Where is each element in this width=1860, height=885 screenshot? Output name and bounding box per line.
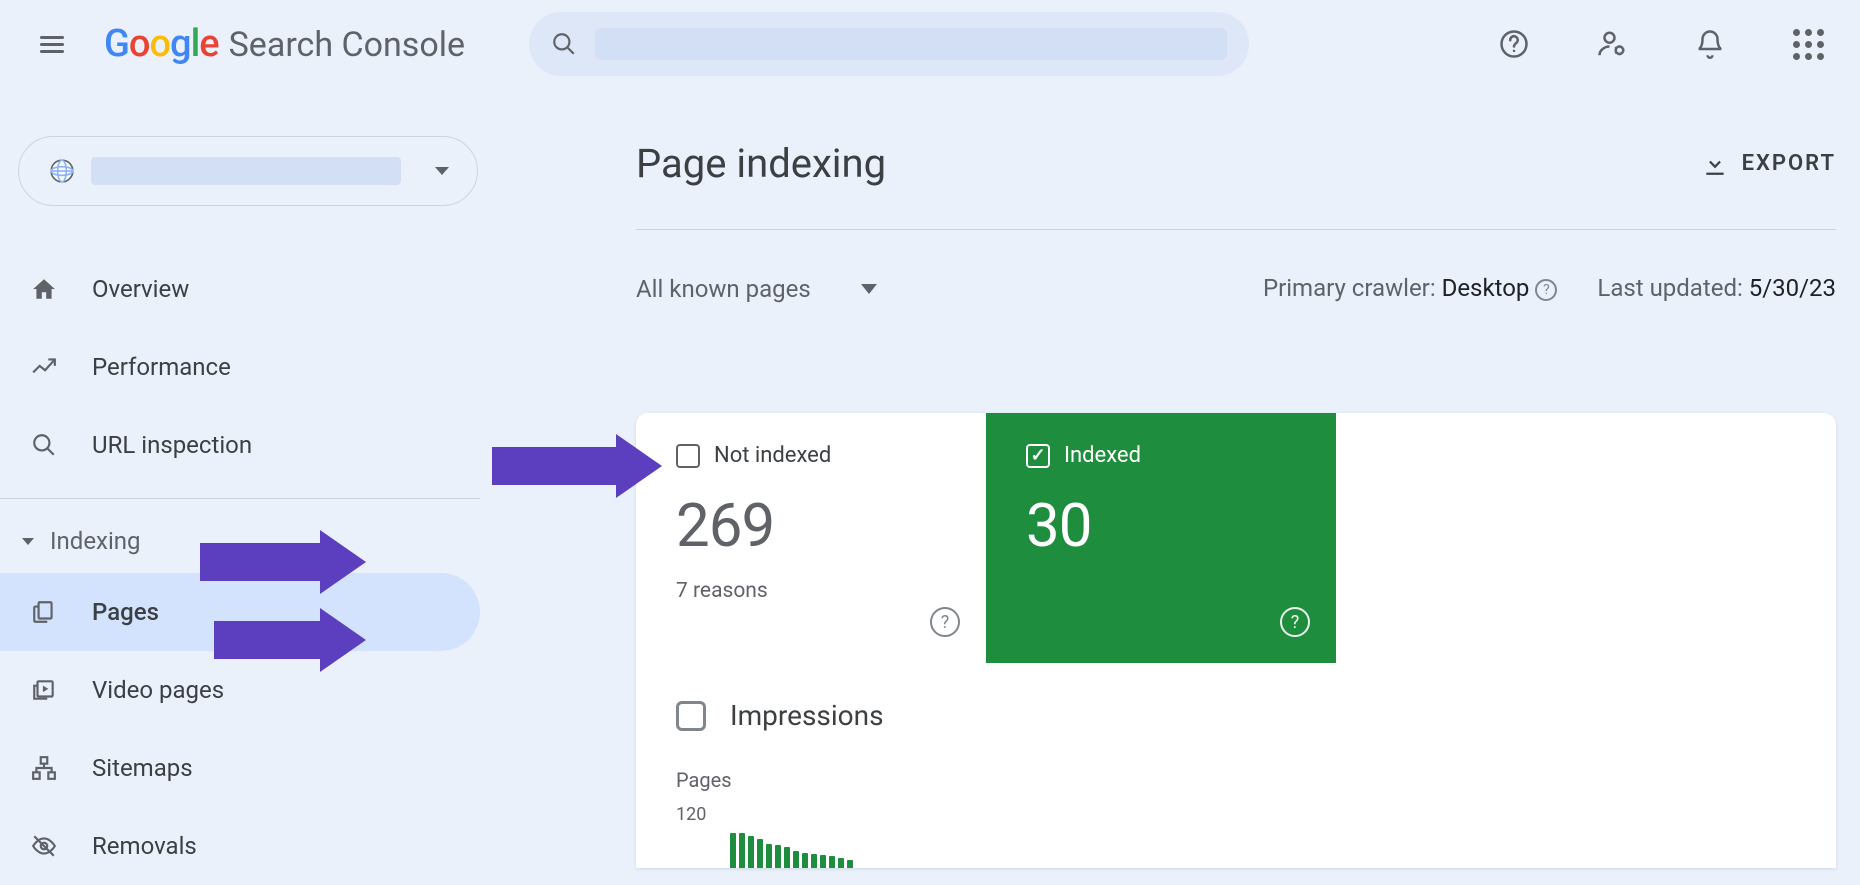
user-settings-button[interactable] (1588, 20, 1636, 68)
filter-row: All known pages Primary crawler: Desktop… (636, 274, 1836, 303)
sidebar-item-removals[interactable]: Removals (0, 807, 480, 885)
sidebar-item-label: Video pages (92, 676, 224, 704)
crawler-label: Primary crawler: (1263, 274, 1442, 302)
meta-info: Primary crawler: Desktop? Last updated: … (1263, 274, 1836, 303)
indexing-card: Not indexed 269 7 reasons ? Indexed 30 ?… (636, 413, 1836, 868)
last-updated: Last updated: 5/30/23 (1597, 274, 1836, 303)
download-icon (1702, 151, 1728, 177)
product-logo[interactable]: Google Search Console (104, 22, 465, 66)
checkbox-checked-icon[interactable] (1026, 444, 1050, 468)
sidebar-section-indexing[interactable]: Indexing (0, 509, 480, 573)
home-icon (30, 275, 58, 303)
page-title: Page indexing (636, 140, 886, 187)
sidebar-item-label: Removals (92, 832, 197, 860)
sidebar-item-label: Sitemaps (92, 754, 193, 782)
search-input-redacted[interactable] (595, 28, 1227, 60)
help-icon[interactable]: ? (1280, 607, 1310, 637)
help-button[interactable] (1490, 20, 1538, 68)
visibility-off-icon (30, 832, 58, 860)
tile-indexed[interactable]: Indexed 30 ? (986, 413, 1336, 663)
primary-crawler: Primary crawler: Desktop? (1263, 274, 1557, 303)
filter-label: All known pages (636, 275, 811, 303)
property-name-redacted (91, 157, 401, 185)
notifications-button[interactable] (1686, 20, 1734, 68)
bell-icon (1695, 29, 1725, 59)
not-indexed-reasons: 7 reasons (676, 579, 946, 603)
help-icon (1499, 29, 1529, 59)
sidebar-section-label: Indexing (50, 527, 141, 555)
impressions-label: Impressions (730, 699, 884, 732)
chevron-down-icon (435, 167, 449, 175)
crawler-value: Desktop (1442, 274, 1530, 302)
tile-label: Not indexed (714, 443, 831, 468)
help-icon[interactable]: ? (1535, 279, 1557, 301)
apps-grid-icon (1793, 29, 1824, 60)
property-selector[interactable] (18, 136, 478, 206)
video-pages-icon (30, 676, 58, 704)
sidebar-item-pages[interactable]: Pages (0, 573, 480, 651)
page-header: Page indexing EXPORT (636, 140, 1836, 230)
indexed-count: 30 (1026, 490, 1296, 561)
impressions-toggle[interactable]: Impressions (636, 663, 1836, 732)
sidebar-item-label: Performance (92, 353, 231, 381)
sidebar-item-overview[interactable]: Overview (0, 250, 480, 328)
top-icon-bar (1490, 20, 1832, 68)
sidebar-divider (0, 498, 480, 499)
tile-not-indexed[interactable]: Not indexed 269 7 reasons ? (636, 413, 986, 663)
product-name: Search Console (229, 25, 465, 65)
sidebar-item-url-inspection[interactable]: URL inspection (0, 406, 480, 484)
hamburger-icon (40, 32, 64, 56)
main-content: Page indexing EXPORT All known pages Pri… (636, 140, 1836, 868)
checkbox-unchecked-icon[interactable] (676, 444, 700, 468)
main-menu-button[interactable] (28, 20, 76, 68)
pages-icon (30, 598, 58, 626)
tile-label: Indexed (1064, 443, 1141, 468)
sitemap-icon (30, 754, 58, 782)
checkbox-unchecked-icon[interactable] (676, 701, 706, 731)
chevron-down-icon (22, 538, 34, 545)
sidebar-item-label: Pages (92, 598, 159, 626)
sidebar-item-video-pages[interactable]: Video pages (0, 651, 480, 729)
sidebar-item-sitemaps[interactable]: Sitemaps (0, 729, 480, 807)
help-icon[interactable]: ? (930, 607, 960, 637)
updated-value: 5/30/23 (1749, 274, 1836, 302)
sidebar: Overview Performance URL inspection Inde… (0, 250, 480, 885)
person-gear-icon (1597, 29, 1627, 59)
globe-icon (47, 156, 77, 186)
y-axis-tick: 120 (676, 798, 706, 868)
pages-chart: Pages 120 (636, 732, 1836, 868)
search-icon (30, 431, 58, 459)
sidebar-item-label: Overview (92, 275, 189, 303)
top-bar: Google Search Console (0, 0, 1860, 88)
search-icon (551, 31, 577, 57)
page-filter-dropdown[interactable]: All known pages (636, 275, 877, 303)
export-label: EXPORT (1742, 151, 1836, 176)
chart-bars (730, 798, 853, 868)
trend-icon (30, 353, 58, 381)
not-indexed-count: 269 (676, 490, 946, 561)
chart-title: Pages (676, 768, 1796, 792)
export-button[interactable]: EXPORT (1702, 151, 1836, 177)
status-tiles: Not indexed 269 7 reasons ? Indexed 30 ? (636, 413, 1836, 663)
sidebar-item-label: URL inspection (92, 431, 252, 459)
sidebar-item-performance[interactable]: Performance (0, 328, 480, 406)
google-wordmark: Google (104, 22, 219, 66)
google-apps-button[interactable] (1784, 20, 1832, 68)
chevron-down-icon (861, 284, 877, 294)
search-bar[interactable] (529, 12, 1249, 76)
updated-label: Last updated: (1597, 274, 1748, 302)
